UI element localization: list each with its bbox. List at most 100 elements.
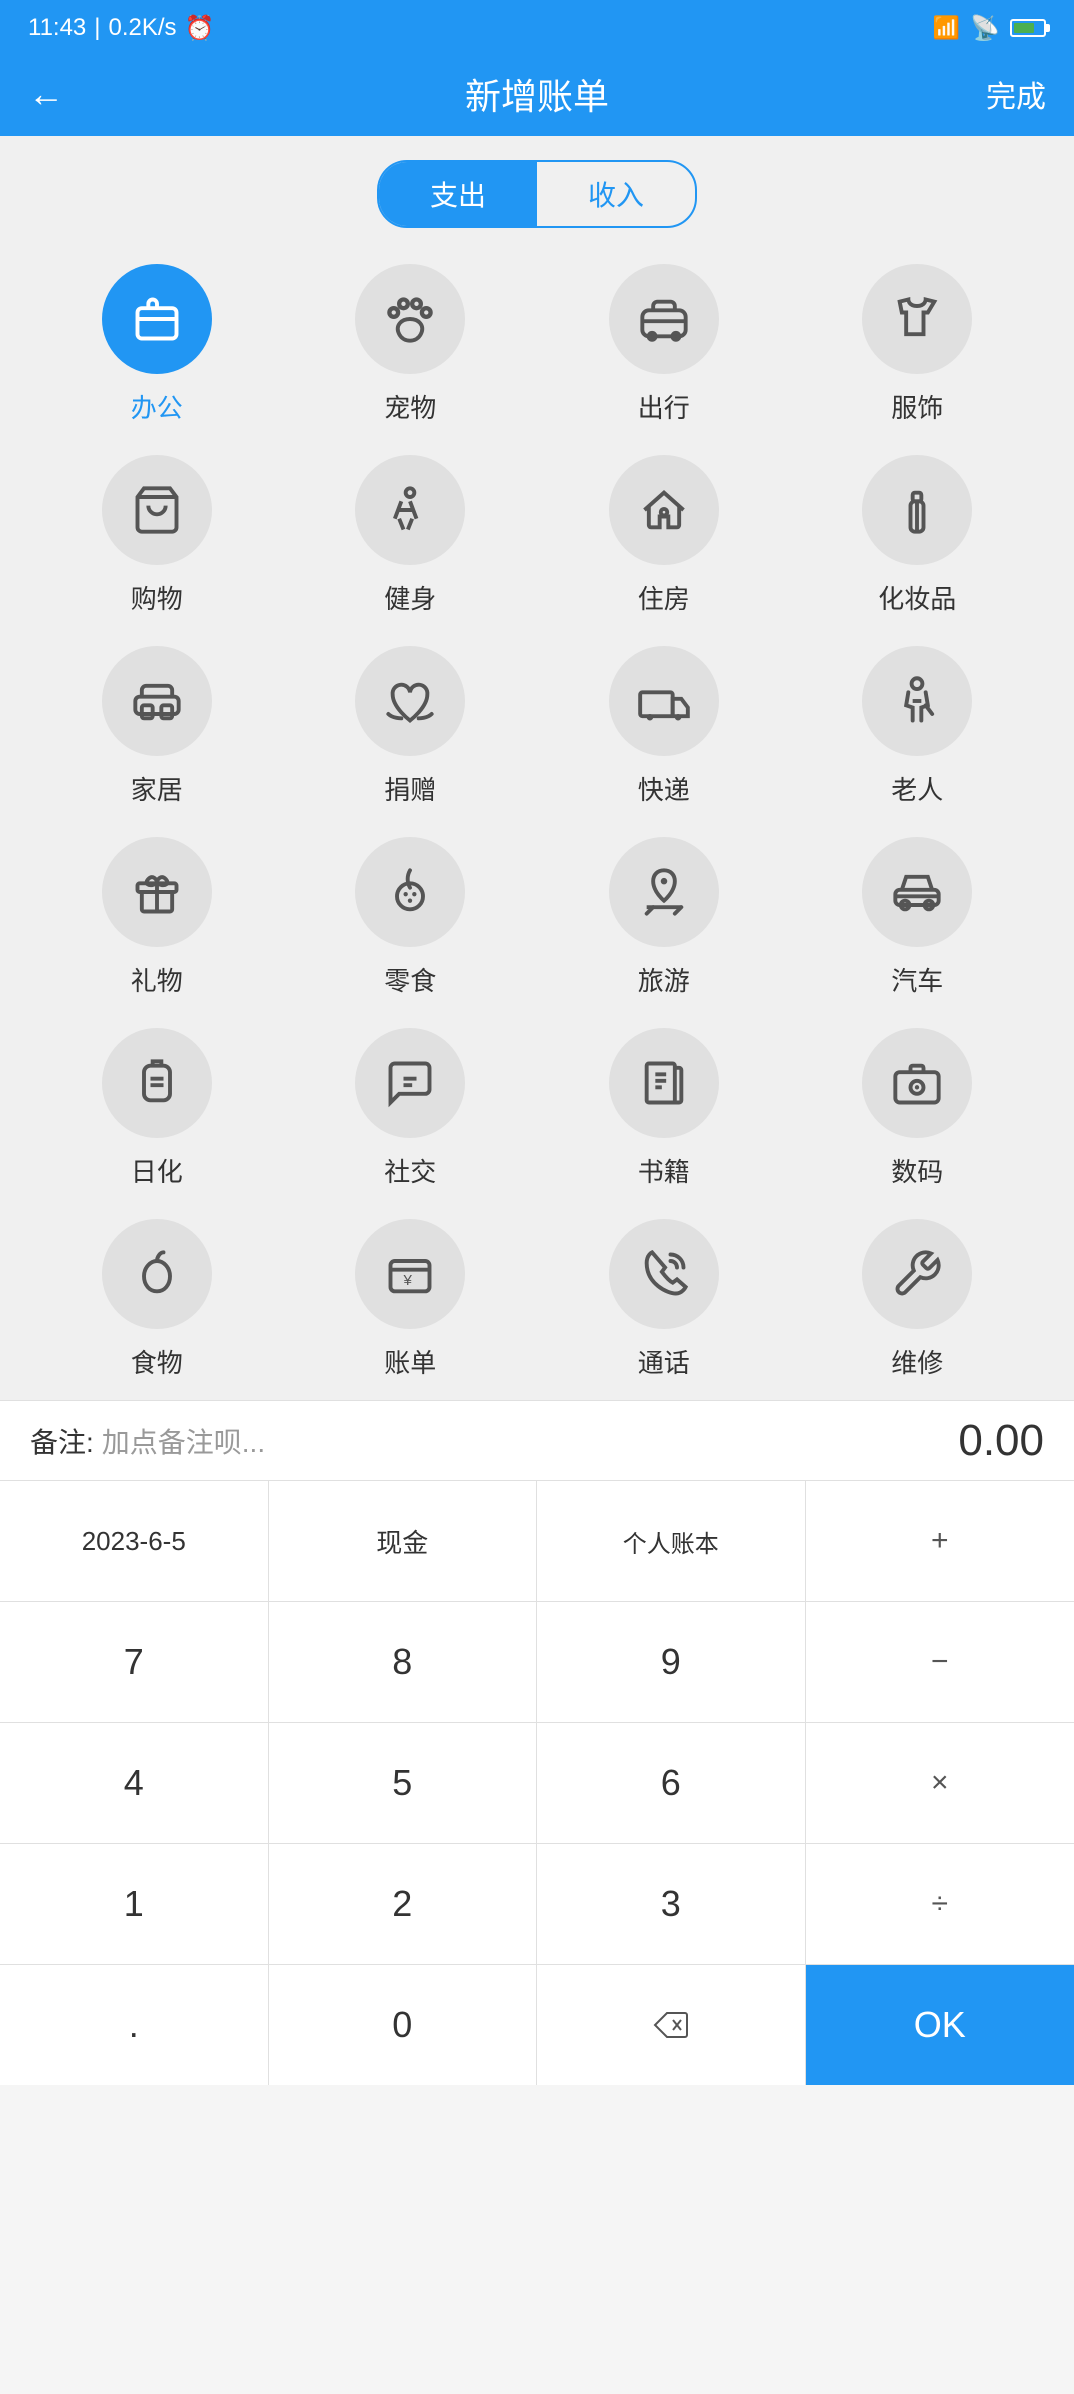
account-button[interactable]: 个人账本 (537, 1481, 806, 1601)
category-car[interactable]: 汽车 (801, 837, 1035, 998)
cosmetics-icon (862, 455, 972, 565)
category-pet[interactable]: 宠物 (294, 264, 528, 425)
key-5[interactable]: 5 (269, 1723, 538, 1843)
gift-icon (102, 837, 212, 947)
furniture-icon (102, 646, 212, 756)
status-right: 📶 📡 (933, 14, 1046, 43)
tab-income[interactable]: 收入 (537, 162, 695, 226)
category-daily[interactable]: 日化 (40, 1028, 274, 1189)
status-bar: 11:43 | 0.2K/s ⏰ 📶 📡 (0, 0, 1074, 56)
keypad-row-4: 1 2 3 ÷ (0, 1844, 1074, 1965)
back-button[interactable]: ← (28, 73, 64, 115)
key-4[interactable]: 4 (0, 1723, 269, 1843)
done-button[interactable]: 完成 (986, 72, 1046, 116)
donation-icon (355, 646, 465, 756)
tools-icon (862, 1219, 972, 1329)
category-fitness[interactable]: 健身 (294, 455, 528, 616)
food-label: 食物 (131, 1343, 183, 1380)
key-dot[interactable]: . (0, 1965, 269, 2085)
key-0[interactable]: 0 (269, 1965, 538, 2085)
digital-icon (862, 1028, 972, 1138)
fitness-icon (355, 455, 465, 565)
category-phone[interactable]: 通话 (547, 1219, 781, 1380)
signal-icon: 📶 (933, 15, 960, 41)
ok-button[interactable]: OK (806, 1965, 1074, 2085)
finance-icon: ¥ (355, 1219, 465, 1329)
category-clothing[interactable]: 服饰 (801, 264, 1035, 425)
battery-icon (1010, 19, 1046, 37)
clock-icon: ⏰ (185, 14, 215, 43)
cosmetics-label: 化妆品 (878, 579, 956, 616)
digital-label: 数码 (891, 1152, 943, 1189)
status-left: 11:43 | 0.2K/s ⏰ (28, 14, 214, 43)
tab-toggle: 支出 收入 (377, 160, 697, 228)
tools-label: 维修 (891, 1343, 943, 1380)
category-shopping[interactable]: 购物 (40, 455, 274, 616)
speed-display: 0.2K/s (109, 14, 177, 42)
key-7[interactable]: 7 (0, 1602, 269, 1722)
elderly-label: 老人 (891, 770, 943, 807)
car-icon (862, 837, 972, 947)
key-3[interactable]: 3 (537, 1844, 806, 1964)
key-6[interactable]: 6 (537, 1723, 806, 1843)
books-label: 书籍 (638, 1152, 690, 1189)
remark-placeholder[interactable]: 加点备注呗... (102, 1421, 265, 1461)
wifi-icon: 📡 (970, 14, 1000, 43)
clothing-icon (862, 264, 972, 374)
category-gift[interactable]: 礼物 (40, 837, 274, 998)
tourism-icon (609, 837, 719, 947)
key-2[interactable]: 2 (269, 1844, 538, 1964)
cash-button[interactable]: 现金 (269, 1481, 538, 1601)
category-elderly[interactable]: 老人 (801, 646, 1035, 807)
category-tools[interactable]: 维修 (801, 1219, 1035, 1380)
social-label: 社交 (384, 1152, 436, 1189)
app-header: ← 新增账单 完成 (0, 56, 1074, 136)
category-express[interactable]: 快递 (547, 646, 781, 807)
category-snack[interactable]: 零食 (294, 837, 528, 998)
books-icon (609, 1028, 719, 1138)
key-1[interactable]: 1 (0, 1844, 269, 1964)
separator: | (94, 14, 100, 42)
category-finance[interactable]: ¥ 账单 (294, 1219, 528, 1380)
keypad-row-1: 2023-6-5 现金 个人账本 + (0, 1481, 1074, 1602)
remark-label: 备注: (30, 1421, 94, 1461)
snack-icon (355, 837, 465, 947)
category-donation[interactable]: 捐赠 (294, 646, 528, 807)
category-digital[interactable]: 数码 (801, 1028, 1035, 1189)
backspace-button[interactable] (537, 1965, 806, 2085)
category-food[interactable]: 食物 (40, 1219, 274, 1380)
pet-label: 宠物 (384, 388, 436, 425)
category-social[interactable]: 社交 (294, 1028, 528, 1189)
keypad: 2023-6-5 现金 个人账本 + 7 8 9 − 4 5 6 × 1 2 3… (0, 1480, 1074, 2085)
keypad-row-5: . 0 OK (0, 1965, 1074, 2085)
travel-label: 出行 (638, 388, 690, 425)
category-cosmetics[interactable]: 化妆品 (801, 455, 1035, 616)
travel-icon (609, 264, 719, 374)
remark-bar: 备注: 加点备注呗... 0.00 (0, 1400, 1074, 1480)
snack-label: 零食 (384, 961, 436, 998)
furniture-label: 家居 (131, 770, 183, 807)
category-office[interactable]: 办公 (40, 264, 274, 425)
date-button[interactable]: 2023-6-5 (0, 1481, 269, 1601)
keypad-row-2: 7 8 9 − (0, 1602, 1074, 1723)
divide-button[interactable]: ÷ (806, 1844, 1074, 1964)
category-tourism[interactable]: 旅游 (547, 837, 781, 998)
category-travel[interactable]: 出行 (547, 264, 781, 425)
time-display: 11:43 (28, 14, 86, 42)
tab-expense[interactable]: 支出 (379, 162, 537, 226)
clothing-label: 服饰 (891, 388, 943, 425)
category-furniture[interactable]: 家居 (40, 646, 274, 807)
plus-button[interactable]: + (806, 1481, 1074, 1601)
svg-text:¥: ¥ (403, 1272, 413, 1289)
key-8[interactable]: 8 (269, 1602, 538, 1722)
multiply-button[interactable]: × (806, 1723, 1074, 1843)
minus-button[interactable]: − (806, 1602, 1074, 1722)
express-icon (609, 646, 719, 756)
category-books[interactable]: 书籍 (547, 1028, 781, 1189)
key-9[interactable]: 9 (537, 1602, 806, 1722)
elderly-icon (862, 646, 972, 756)
donation-label: 捐赠 (384, 770, 436, 807)
shopping-label: 购物 (131, 579, 183, 616)
phone-label: 通话 (638, 1343, 690, 1380)
category-housing[interactable]: 住房 (547, 455, 781, 616)
